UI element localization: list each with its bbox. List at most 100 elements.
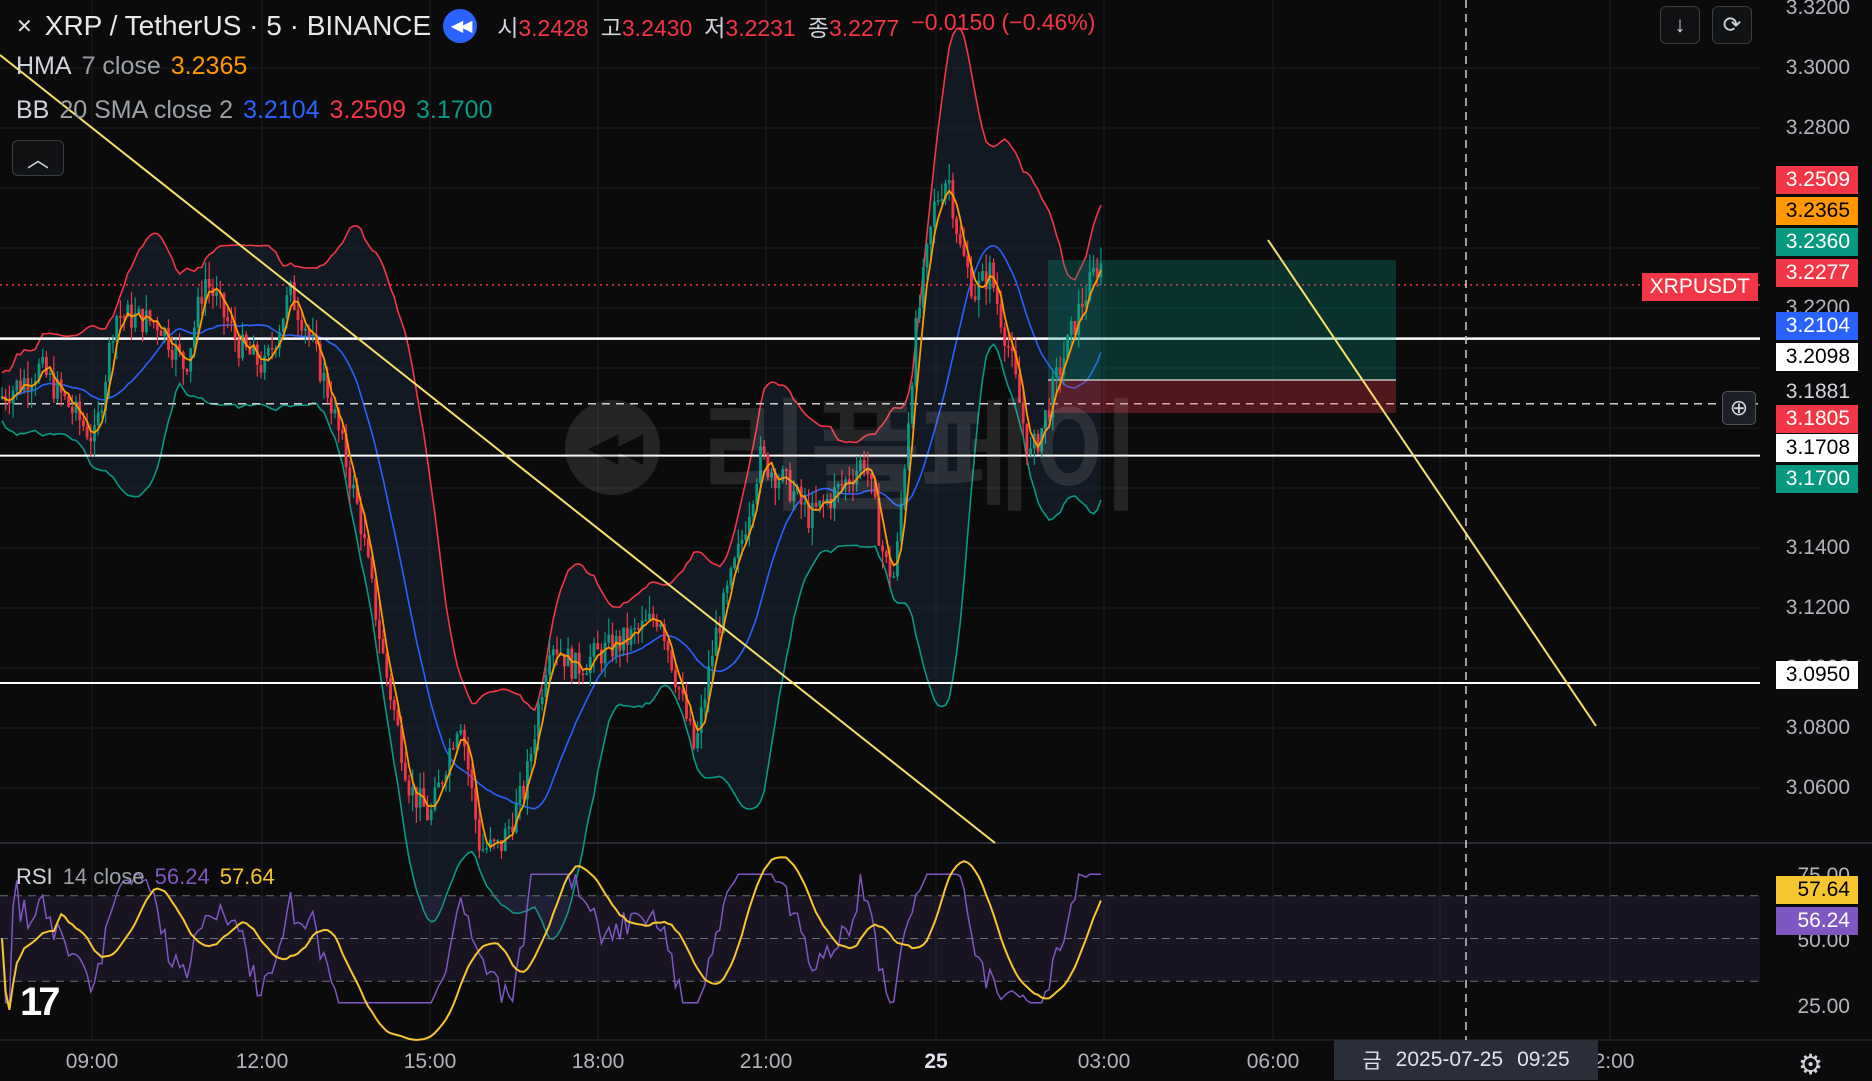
candle-body (311, 334, 315, 337)
price-tick: 3.0600 (1785, 776, 1850, 799)
candle-body (1003, 327, 1007, 346)
candle-body (999, 303, 1003, 328)
symbol-title[interactable]: XRP / TetherUS · 5 · BINANCE (45, 10, 431, 42)
candle-body (363, 534, 366, 538)
time-tick: 25 (924, 1050, 948, 1073)
candle-body (925, 244, 929, 268)
candle-body (352, 484, 355, 489)
ohlc-values: 시3.2428 고3.2430 저3.2231 종3.2277 −0.0150 … (497, 9, 1096, 41)
candle-body (711, 655, 714, 667)
price-pane[interactable] (0, 0, 1872, 1080)
candle-body (947, 180, 951, 184)
gear-icon[interactable]: ⚙ (1798, 1048, 1823, 1081)
candle-body (403, 762, 407, 781)
candle-body (881, 545, 884, 552)
time-tick: 21:00 (739, 1050, 793, 1073)
watermark-text: 리플페이 (700, 391, 1142, 525)
candle-body (992, 262, 995, 288)
candle-body (622, 627, 625, 651)
candle-body (296, 309, 300, 321)
time-tick: 03:00 (1077, 1050, 1131, 1073)
candle-body (329, 397, 333, 414)
candle-body (1007, 345, 1010, 348)
candle-body (614, 635, 618, 657)
candle-body (378, 619, 381, 639)
candle-body (237, 339, 241, 359)
candle-body (918, 307, 921, 319)
tradingview-logo-icon[interactable]: 17 (20, 980, 60, 1025)
candle-body (740, 539, 744, 544)
candle-body (518, 786, 522, 803)
time-tick: 12:00 (235, 1050, 289, 1073)
candle-body (551, 649, 555, 656)
price-label: 3.2104 (1776, 312, 1858, 340)
price-tick: 3.2800 (1785, 116, 1850, 139)
candle-body (596, 643, 600, 650)
candle-body (70, 406, 74, 413)
chart-root[interactable]: ◀◀ 리플페이 ✕ XRP / TetherUS · 5 · BINANCE ◀… (0, 0, 1872, 1080)
candle-body (674, 670, 677, 688)
candle-body (929, 226, 933, 245)
candle-body (304, 328, 307, 331)
candle-body (1081, 303, 1084, 307)
rsi-legend[interactable]: RSI 14 close 56.24 57.64 (16, 864, 275, 890)
candle-body (48, 373, 52, 375)
candle-body (207, 279, 211, 288)
candle-body (85, 426, 89, 438)
candle-body (270, 347, 274, 350)
candle-body (718, 627, 722, 633)
candle-body (677, 687, 681, 690)
price-change: −0.0150 (−0.46%) (911, 9, 1096, 35)
candle-body (8, 401, 11, 404)
candle-body (429, 809, 433, 820)
xrp-logo-icon: ✕ (16, 15, 33, 38)
candle-body (470, 769, 474, 789)
candle-body (644, 619, 648, 622)
candle-body (588, 656, 592, 674)
candle-body (45, 356, 48, 375)
candle-body (122, 316, 126, 318)
chevron-up-icon: ︿ (26, 147, 49, 172)
price-tick: 3.3000 (1785, 56, 1850, 79)
candle-body (884, 551, 888, 558)
rsi-label: 56.24 (1776, 907, 1858, 935)
price-label: 3.1700 (1776, 465, 1858, 493)
candle-body (392, 700, 396, 711)
candle-body (548, 655, 551, 675)
candle-body (933, 201, 936, 227)
hma-legend[interactable]: HMA 7 close 3.2365 (16, 52, 247, 81)
price-label: 3.2098 (1776, 343, 1858, 371)
rsi-band-fill (0, 895, 1760, 982)
candle-body (440, 782, 444, 784)
download-button[interactable]: ↓ (1660, 6, 1700, 44)
candle-body (611, 634, 614, 657)
candle-body (107, 342, 111, 382)
rsi-label: 57.64 (1776, 876, 1858, 904)
rewind-icon[interactable]: ◀◀ (443, 9, 478, 43)
candle-body (389, 677, 392, 701)
plus-circle-icon[interactable]: ⊕ (1722, 391, 1756, 425)
candle-body (666, 641, 670, 651)
price-tick: 3.0800 (1785, 716, 1850, 739)
bb-legend[interactable]: BB 20 SMA close 2 3.2104 3.2509 3.1700 (16, 96, 492, 125)
trendline-projection (1267, 239, 1597, 727)
time-tick: 09:00 (65, 1050, 119, 1073)
price-label: 3.2277 (1776, 259, 1858, 287)
symbol-tag: XRPUSDT (1641, 273, 1758, 301)
candle-body (185, 369, 189, 372)
sync-button[interactable]: ⟳ (1712, 6, 1752, 44)
price-label: 3.1805 (1776, 405, 1858, 433)
watermark-logo-icon: ◀◀ (565, 399, 660, 495)
candle-body (973, 296, 977, 301)
candle-body (341, 430, 344, 434)
candle-body (607, 634, 611, 643)
candle-body (259, 364, 263, 373)
candle-body (477, 819, 481, 851)
candle-body (955, 218, 958, 235)
candle-body (637, 628, 640, 630)
price-label: 3.0950 (1776, 661, 1858, 689)
watermark: ◀◀ 리플페이 (565, 360, 1142, 534)
candle-body (555, 649, 559, 655)
collapse-legend-button[interactable]: ︿ (12, 140, 64, 176)
symbol-header[interactable]: ✕ XRP / TetherUS · 5 · BINANCE ◀◀ 시3.242… (16, 6, 1095, 46)
